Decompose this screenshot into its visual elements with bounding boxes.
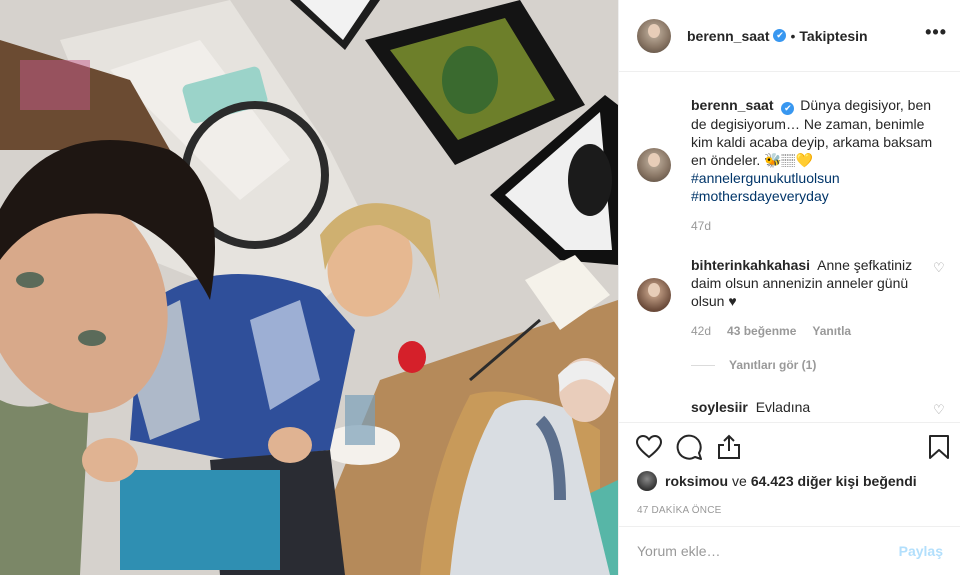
caption-username[interactable]: berenn_saat — [691, 97, 773, 113]
share-icon[interactable] — [715, 433, 743, 461]
verified-badge-icon: ✔ — [781, 102, 795, 115]
hashtag-link[interactable]: #mothersdayeveryday — [691, 187, 947, 205]
reply-button[interactable]: Yanıtla — [812, 324, 851, 338]
comment-text: Evladına — [755, 399, 811, 415]
comment-like-heart-icon[interactable]: ♡ — [933, 261, 947, 275]
post-comment-button[interactable]: Paylaş — [899, 543, 943, 559]
likes-connector: ve — [732, 473, 747, 489]
comment-meta: 42d 43 beğenme Yanıtla — [691, 324, 947, 338]
separator-dot: • — [790, 27, 796, 44]
comment-like-heart-icon[interactable]: ♡ — [933, 403, 947, 417]
comment-username[interactable]: soylesiir — [691, 399, 748, 415]
post-actions: roksimou ve 64.423 diğer kişi beğendi 47… — [619, 422, 960, 526]
post-header: berenn_saat ✔ • Takiptesin ••• — [619, 0, 960, 72]
liker-avatar[interactable] — [637, 471, 657, 491]
bookmark-icon[interactable] — [925, 433, 953, 461]
post-details-panel: berenn_saat ✔ • Takiptesin ••• berenn_sa… — [618, 0, 960, 575]
hashtag-link[interactable]: #annelergunukutluolsun — [691, 169, 947, 187]
caption: berenn_saat ✔ Dünya degisiyor, ben de de… — [637, 96, 947, 233]
comments-list[interactable]: berenn_saat ✔ Dünya degisiyor, ben de de… — [619, 72, 960, 422]
more-horizontal-icon[interactable]: ••• — [925, 23, 947, 41]
comment-body: soylesiir Evladına — [691, 398, 947, 416]
add-comment-bar: Paylaş — [619, 526, 960, 575]
replies-divider — [691, 364, 715, 366]
follow-status[interactable]: Takiptesin — [799, 28, 867, 44]
comment-username[interactable]: bihterinkahkahasi — [691, 257, 810, 273]
view-replies-button[interactable]: Yanıtları gör (1) — [691, 358, 816, 372]
verified-badge-icon: ✔ — [773, 29, 787, 42]
view-replies-label: Yanıtları gör (1) — [729, 358, 817, 372]
comment-bubble-icon[interactable] — [675, 433, 703, 461]
author-avatar[interactable] — [637, 18, 671, 53]
commenter-avatar[interactable] — [637, 278, 671, 312]
likes-suffix: beğendi — [863, 473, 917, 489]
caption-age[interactable]: 47d — [691, 219, 711, 233]
caption-avatar[interactable] — [637, 148, 671, 182]
photo-illustration — [0, 0, 618, 575]
comment-input[interactable] — [637, 543, 899, 559]
comment: soylesiir Evladına ♡ — [637, 398, 947, 417]
post-timestamp[interactable]: 47 DAKİKA ÖNCE — [637, 505, 722, 516]
author-line: berenn_saat ✔ • Takiptesin — [687, 28, 868, 44]
caption-meta: 47d — [691, 219, 947, 233]
comment: bihterinkahkahasi Anne şefkatiniz daim o… — [637, 256, 947, 338]
comment-like-count[interactable]: 43 beğenme — [727, 324, 796, 338]
post-photo[interactable] — [0, 0, 618, 575]
like-heart-icon[interactable] — [635, 433, 663, 461]
likes-summary: roksimou ve 64.423 diğer kişi beğendi — [637, 471, 917, 491]
comment-body: bihterinkahkahasi Anne şefkatiniz daim o… — [691, 256, 947, 310]
caption-body: berenn_saat ✔ Dünya degisiyor, ben de de… — [691, 96, 947, 205]
author-username[interactable]: berenn_saat — [687, 28, 769, 44]
liker-username[interactable]: roksimou — [665, 473, 728, 489]
likes-count[interactable]: 64.423 diğer kişi — [751, 473, 859, 489]
comment-age[interactable]: 42d — [691, 324, 711, 338]
